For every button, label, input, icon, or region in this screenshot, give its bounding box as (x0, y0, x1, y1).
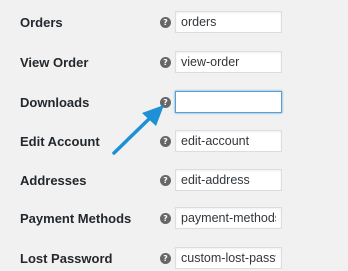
setting-row-lost-password: Lost Password ? (0, 247, 348, 271)
payment-methods-label: Payment Methods (20, 211, 132, 226)
help-icon[interactable]: ? (160, 253, 171, 264)
payment-methods-endpoint-input[interactable] (175, 207, 282, 229)
help-icon[interactable]: ? (160, 57, 171, 68)
orders-endpoint-input[interactable] (175, 11, 282, 33)
view-order-label: View Order (20, 55, 89, 70)
lost-password-label: Lost Password (20, 251, 113, 266)
help-icon[interactable]: ? (160, 213, 171, 224)
addresses-endpoint-input[interactable] (175, 169, 282, 191)
edit-account-label: Edit Account (20, 134, 100, 149)
help-icon[interactable]: ? (160, 175, 171, 186)
setting-row-orders: Orders ? (0, 11, 348, 35)
downloads-endpoint-input[interactable] (175, 91, 282, 113)
setting-row-view-order: View Order ? (0, 51, 348, 75)
setting-row-addresses: Addresses ? (0, 169, 348, 193)
help-icon[interactable]: ? (160, 97, 171, 108)
help-icon[interactable]: ? (160, 17, 171, 28)
view-order-endpoint-input[interactable] (175, 51, 282, 73)
lost-password-endpoint-input[interactable] (175, 247, 282, 269)
downloads-label: Downloads (20, 95, 90, 110)
setting-row-downloads: Downloads ? (0, 91, 348, 115)
edit-account-endpoint-input[interactable] (175, 130, 282, 152)
orders-label: Orders (20, 15, 63, 30)
help-icon[interactable]: ? (160, 136, 171, 147)
addresses-label: Addresses (20, 173, 87, 188)
setting-row-edit-account: Edit Account ? (0, 130, 348, 154)
setting-row-payment-methods: Payment Methods ? (0, 207, 348, 231)
